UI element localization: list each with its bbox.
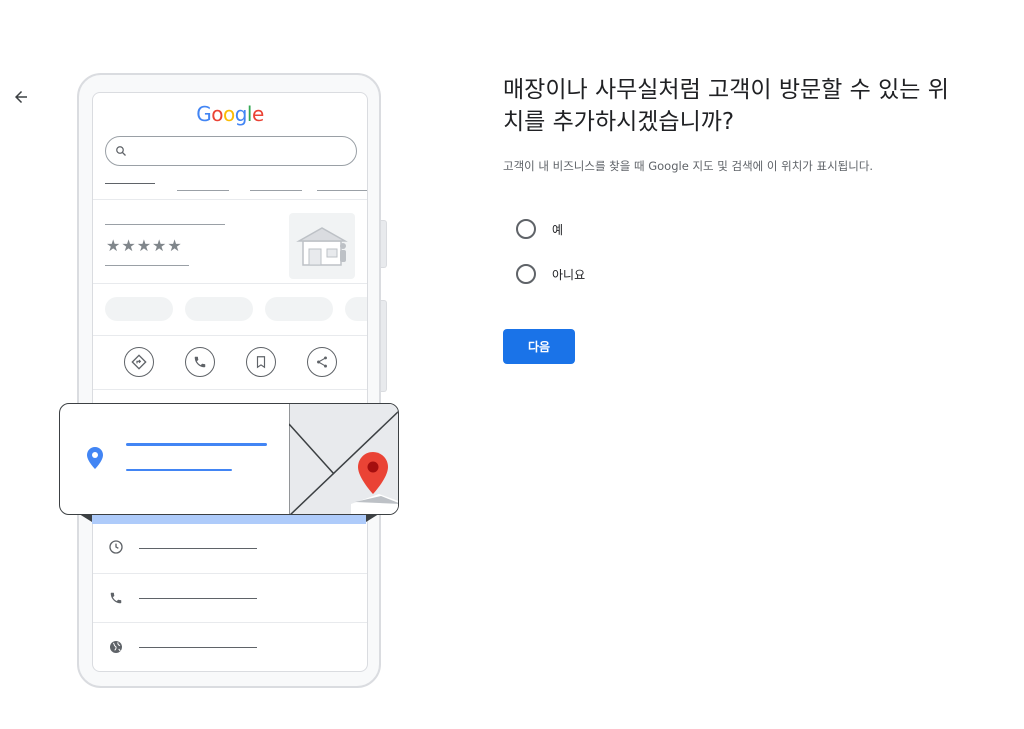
phone-screen: Google ★★★★★ [92,92,368,672]
clock-icon [107,538,125,556]
accent-line [126,469,232,471]
divider [93,283,367,284]
share-icon [307,347,337,377]
placeholder-line [105,224,225,225]
rating-stars: ★★★★★ [106,236,183,255]
business-profile-illustration: Google ★★★★★ [0,0,420,729]
logo-letter: e [251,102,264,126]
option-label: 예 [552,222,564,237]
illustration-chip [105,297,173,321]
call-icon [185,347,215,377]
map-pin-icon [358,452,388,494]
divider [93,573,367,574]
page-title: 매장이나 사무실처럼 고객이 방문할 수 있는 위치를 추가하시겠습니까? [503,77,949,135]
placeholder-line [139,598,257,599]
illustration-chip [345,297,367,321]
divider [93,199,367,200]
page-subtitle: 고객이 내 비즈니스를 찾을 때 Google 지도 및 검색에 이 위치가 표… [503,159,874,173]
illustration-chip [185,297,253,321]
phone-side-button [381,220,387,268]
option-no[interactable]: 아니요 [516,264,585,284]
logo-letter: o [211,102,223,126]
illustration-search-bar [105,136,357,166]
phone-side-button [381,300,387,392]
logo-letter: G [196,102,212,126]
logo-letter: g [234,102,248,126]
placeholder-line [105,265,189,266]
next-button[interactable]: 다음 [503,329,575,364]
divider [93,389,367,390]
location-pin-icon [87,447,103,469]
placeholder-line [139,647,257,648]
option-label: 아니요 [552,267,586,282]
divider [93,335,367,336]
placeholder-line [139,548,257,549]
illustration-chip [265,297,333,321]
logo-letter: o [222,102,235,126]
illustration-tab [105,183,155,184]
phone-icon [107,589,125,607]
illustration-tab [177,190,229,191]
divider [93,622,367,623]
option-yes[interactable]: 예 [516,219,563,239]
google-logo: Google [93,102,367,126]
illustration-tab [317,190,367,191]
illustration-tab [250,190,302,191]
globe-icon [107,638,125,656]
accent-line [126,443,267,446]
search-icon [116,146,126,156]
store-thumbnail [289,213,355,279]
radio-button[interactable] [516,264,536,284]
save-icon [246,347,276,377]
location-card [59,403,399,515]
store-icon [296,227,348,266]
directions-icon [124,347,154,377]
radio-button[interactable] [516,219,536,239]
